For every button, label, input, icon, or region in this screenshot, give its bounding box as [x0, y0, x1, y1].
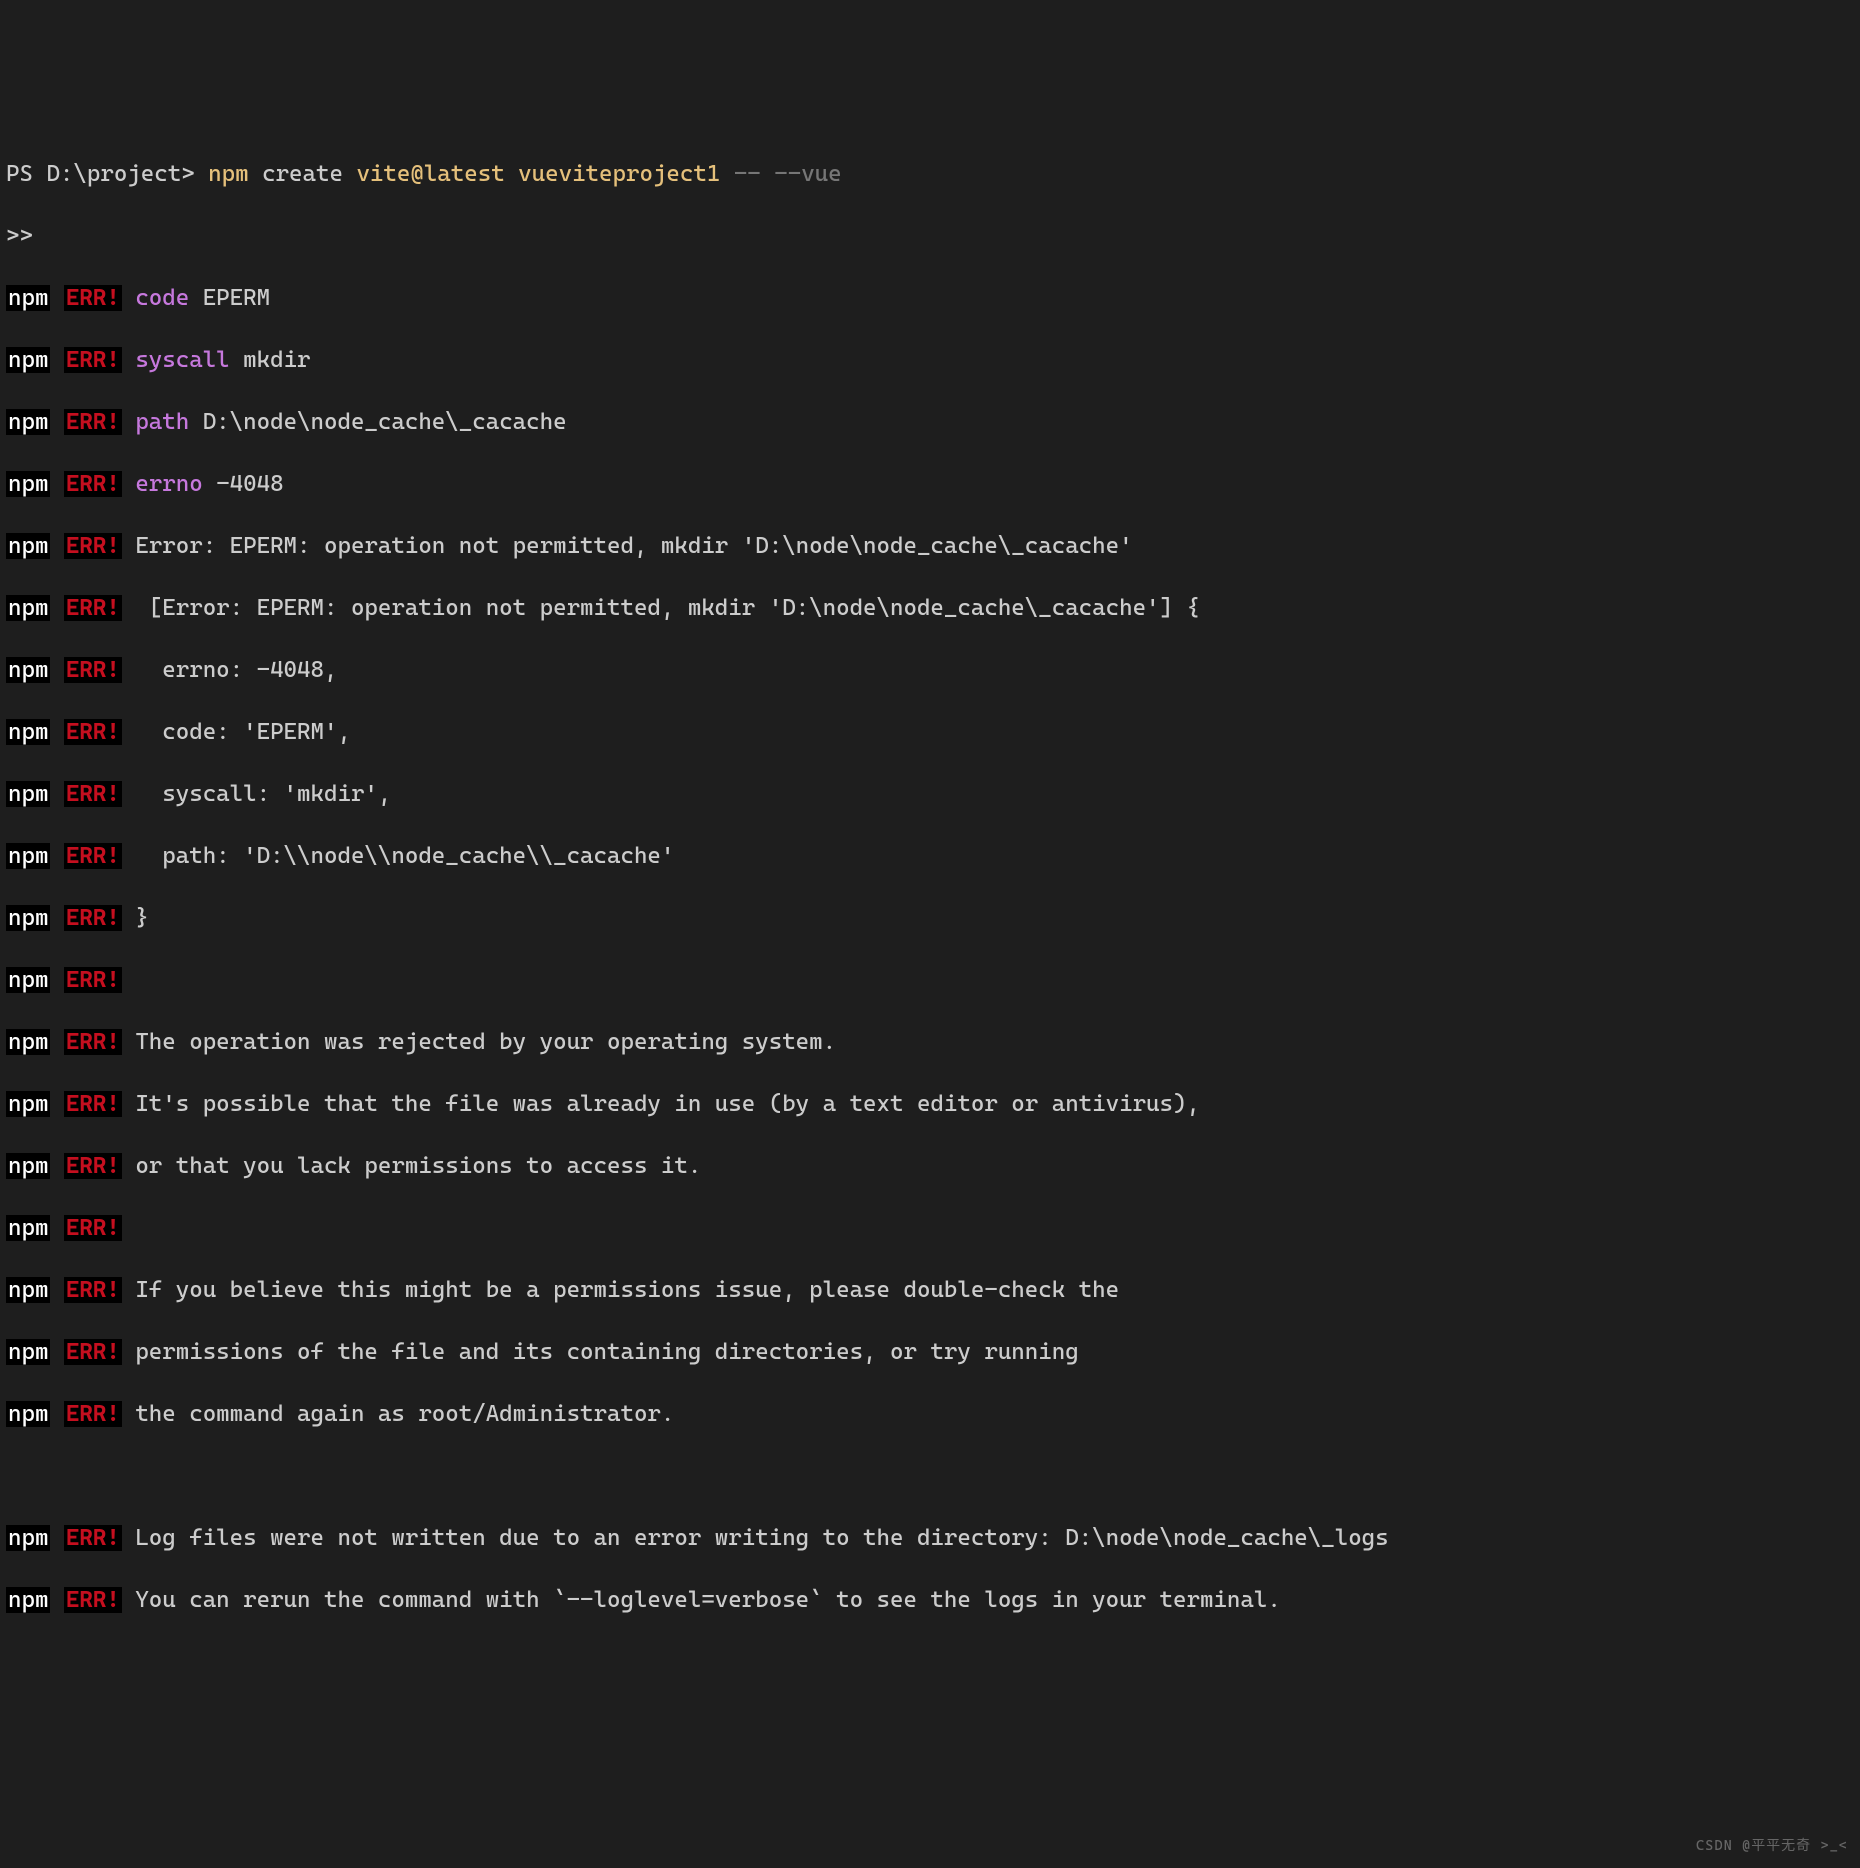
- err-tag: ERR!: [64, 1277, 122, 1303]
- err-line: npm ERR! the command again as root/Admin…: [6, 1399, 1854, 1430]
- err-text: If you believe this might be a permissio…: [135, 1277, 1119, 1303]
- err-tag: ERR!: [64, 471, 122, 497]
- npm-tag: npm: [6, 1525, 50, 1551]
- err-val: D:\node\node_cache\_cacache: [203, 409, 567, 435]
- err-text: code: 'EPERM',: [135, 719, 351, 745]
- err-key: code: [135, 285, 189, 311]
- err-text: or that you lack permissions to access i…: [135, 1153, 701, 1179]
- err-text: Error: EPERM: operation not permitted, m…: [135, 533, 1132, 559]
- err-text: You can rerun the command with `--loglev…: [135, 1587, 1281, 1613]
- err-key: syscall: [135, 347, 229, 373]
- err-key: errno: [135, 471, 202, 497]
- cmd-part: create: [262, 161, 343, 187]
- npm-tag: npm: [6, 657, 50, 683]
- err-line: npm ERR! If you believe this might be a …: [6, 1275, 1854, 1306]
- err-tag: ERR!: [64, 781, 122, 807]
- err-line: npm ERR! }: [6, 903, 1854, 934]
- err-line: npm ERR! code: 'EPERM',: [6, 717, 1854, 748]
- err-tag: ERR!: [64, 657, 122, 683]
- err-text: permissions of the file and its containi…: [135, 1339, 1078, 1365]
- ps-prefix: PS: [6, 161, 33, 187]
- err-tag: ERR!: [64, 1091, 122, 1117]
- err-text: syscall: 'mkdir',: [135, 781, 391, 807]
- npm-tag: npm: [6, 905, 50, 931]
- err-tag: ERR!: [64, 967, 122, 993]
- err-text: path: 'D:\\node\\node_cache\\_cacache': [135, 843, 674, 869]
- blank-line: [6, 1461, 1854, 1492]
- err-tag: ERR!: [64, 719, 122, 745]
- npm-tag: npm: [6, 533, 50, 559]
- npm-tag: npm: [6, 1587, 50, 1613]
- npm-tag: npm: [6, 1091, 50, 1117]
- err-tag: ERR!: [64, 1029, 122, 1055]
- npm-tag: npm: [6, 843, 50, 869]
- npm-tag: npm: [6, 781, 50, 807]
- err-tag: ERR!: [64, 595, 122, 621]
- err-text: the command again as root/Administrator.: [135, 1401, 674, 1427]
- err-tag: ERR!: [64, 1587, 122, 1613]
- err-line: npm ERR! It's possible that the file was…: [6, 1089, 1854, 1120]
- err-tag: ERR!: [64, 347, 122, 373]
- err-text: The operation was rejected by your opera…: [135, 1029, 836, 1055]
- watermark: CSDN @平平无奇 >_<: [1696, 1831, 1848, 1862]
- err-line: npm ERR! errno: -4048,: [6, 655, 1854, 686]
- err-line: npm ERR! Error: EPERM: operation not per…: [6, 531, 1854, 562]
- err-line: npm ERR! The operation was rejected by y…: [6, 1027, 1854, 1058]
- err-line: npm ERR! [Error: EPERM: operation not pe…: [6, 593, 1854, 624]
- err-line: npm ERR! path D:\node\node_cache\_cacach…: [6, 407, 1854, 438]
- err-tag: ERR!: [64, 533, 122, 559]
- npm-tag: npm: [6, 595, 50, 621]
- err-val: -4048: [216, 471, 283, 497]
- npm-tag: npm: [6, 967, 50, 993]
- npm-tag: npm: [6, 1401, 50, 1427]
- cmd-arg: vueviteproject1: [518, 161, 720, 187]
- npm-tag: npm: [6, 1153, 50, 1179]
- npm-tag: npm: [6, 471, 50, 497]
- npm-tag: npm: [6, 1339, 50, 1365]
- err-line: npm ERR! errno -4048: [6, 469, 1854, 500]
- npm-tag: npm: [6, 409, 50, 435]
- err-text: errno: -4048,: [135, 657, 337, 683]
- err-tag: ERR!: [64, 1401, 122, 1427]
- err-val: EPERM: [203, 285, 270, 311]
- err-tag: ERR!: [64, 1215, 122, 1241]
- cmd-bin: npm: [208, 161, 248, 187]
- err-line: npm ERR! code EPERM: [6, 283, 1854, 314]
- err-tag: ERR!: [64, 1339, 122, 1365]
- cwd: D:\project>: [46, 161, 194, 187]
- npm-tag: npm: [6, 285, 50, 311]
- npm-tag: npm: [6, 1029, 50, 1055]
- err-tag: ERR!: [64, 843, 122, 869]
- err-text: }: [135, 905, 148, 931]
- npm-tag: npm: [6, 719, 50, 745]
- prompt-line: PS D:\project> npm create vite@latest vu…: [6, 159, 1854, 190]
- err-val: mkdir: [243, 347, 310, 373]
- npm-tag: npm: [6, 347, 50, 373]
- err-line: npm ERR! You can rerun the command with …: [6, 1585, 1854, 1616]
- err-text: It's possible that the file was already …: [135, 1091, 1200, 1117]
- cmd-arg: vite@latest: [356, 161, 504, 187]
- err-tag: ERR!: [64, 285, 122, 311]
- err-line: npm ERR! Log files were not written due …: [6, 1523, 1854, 1554]
- npm-tag: npm: [6, 1277, 50, 1303]
- err-line-blank: npm ERR!: [6, 1213, 1854, 1244]
- err-tag: ERR!: [64, 1525, 122, 1551]
- err-tag: ERR!: [64, 409, 122, 435]
- npm-tag: npm: [6, 1215, 50, 1241]
- cmd-tail: -- --vue: [734, 161, 842, 187]
- err-tag: ERR!: [64, 1153, 122, 1179]
- err-text: [Error: EPERM: operation not permitted, …: [135, 595, 1200, 621]
- err-line: npm ERR! syscall mkdir: [6, 345, 1854, 376]
- err-tag: ERR!: [64, 905, 122, 931]
- continuation-prompt: >>: [6, 221, 1854, 252]
- err-line: npm ERR! permissions of the file and its…: [6, 1337, 1854, 1368]
- terminal-output[interactable]: PS D:\project> npm create vite@latest vu…: [6, 128, 1854, 1647]
- err-line-blank: npm ERR!: [6, 965, 1854, 996]
- err-line: npm ERR! syscall: 'mkdir',: [6, 779, 1854, 810]
- err-line: npm ERR! path: 'D:\\node\\node_cache\\_c…: [6, 841, 1854, 872]
- err-line: npm ERR! or that you lack permissions to…: [6, 1151, 1854, 1182]
- err-text: Log files were not written due to an err…: [135, 1525, 1388, 1551]
- err-key: path: [135, 409, 189, 435]
